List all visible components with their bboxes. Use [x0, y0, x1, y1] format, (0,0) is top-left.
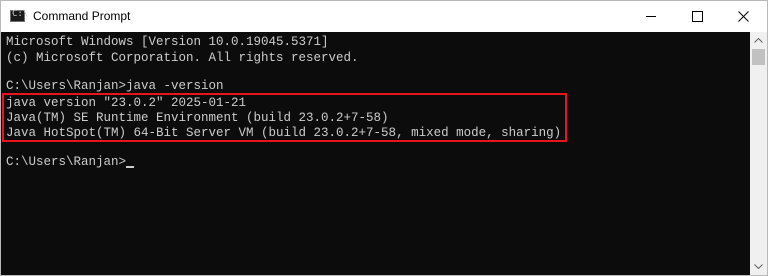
scroll-down-button[interactable] — [750, 258, 767, 275]
scroll-down-arrow-icon — [754, 264, 763, 269]
close-button[interactable] — [720, 1, 766, 32]
console-output[interactable]: Microsoft Windows [Version 10.0.19045.53… — [1, 32, 750, 275]
title-bar[interactable]: C:\ Command Prompt — [1, 1, 767, 32]
console-line: C:\Users\Ranjan> — [6, 155, 127, 169]
console-line: Microsoft Windows [Version 10.0.19045.53… — [6, 35, 329, 49]
console-line: (c) Microsoft Corporation. All rights re… — [6, 51, 359, 65]
scroll-thumb[interactable] — [752, 49, 765, 65]
minimize-icon — [646, 16, 656, 17]
text-cursor — [126, 166, 134, 168]
window-title: Command Prompt — [33, 9, 131, 23]
cmd-app-icon[interactable]: C:\ — [10, 9, 28, 22]
maximize-button[interactable] — [674, 1, 720, 32]
vertical-scrollbar[interactable] — [750, 32, 767, 275]
scroll-up-button[interactable] — [750, 32, 767, 49]
close-icon — [738, 11, 749, 22]
scroll-up-arrow-icon — [754, 38, 763, 43]
maximize-icon — [692, 11, 703, 22]
minimize-button[interactable] — [628, 1, 674, 32]
command-prompt-window: C:\ Command Prompt Microsoft Windows [Ve… — [0, 0, 768, 276]
highlight-box — [2, 93, 567, 142]
console-line: C:\Users\Ranjan>java -version — [6, 79, 224, 93]
